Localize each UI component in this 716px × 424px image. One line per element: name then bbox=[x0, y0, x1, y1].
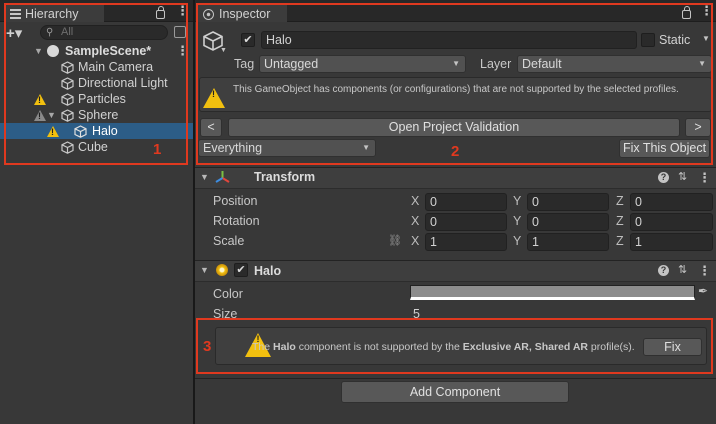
help-icon[interactable]: ? bbox=[658, 265, 669, 276]
axis-x-label: X bbox=[411, 214, 420, 228]
scale-x-field[interactable]: 1 bbox=[425, 233, 507, 251]
annotation-label-3: 3 bbox=[203, 338, 212, 355]
axis-y-label: Y bbox=[513, 194, 522, 208]
rotation-label: Rotation bbox=[213, 214, 260, 228]
rotation-z-field[interactable]: 0 bbox=[630, 213, 713, 231]
position-x-field[interactable]: 0 bbox=[425, 193, 507, 211]
axis-z-label: Z bbox=[616, 214, 624, 228]
annotation-box-2 bbox=[196, 3, 713, 165]
eyedropper-icon[interactable]: ✒ bbox=[698, 284, 708, 298]
position-y-field[interactable]: 0 bbox=[527, 193, 609, 211]
add-component-button[interactable]: Add Component bbox=[341, 381, 569, 403]
hierarchy-panel: Hierarchy ⋮ +▾ ⚲ All ▼ SampleScene* ⋮ Ma… bbox=[0, 0, 193, 424]
position-z-field[interactable]: 0 bbox=[630, 193, 713, 211]
halo-title: Halo bbox=[254, 264, 282, 278]
axis-y-label: Y bbox=[513, 214, 522, 228]
scale-label: Scale bbox=[213, 234, 245, 248]
annotation-label-1: 1 bbox=[153, 141, 162, 158]
presets-icon[interactable]: ⇅ bbox=[678, 170, 687, 183]
help-icon[interactable]: ? bbox=[658, 172, 669, 183]
constrain-proportions-icon[interactable]: ⛓ bbox=[388, 234, 402, 247]
rotation-x-field[interactable]: 0 bbox=[425, 213, 507, 231]
scale-y-field[interactable]: 1 bbox=[527, 233, 609, 251]
axis-y-label: Y bbox=[513, 234, 522, 248]
axis-z-label: Z bbox=[616, 234, 624, 248]
annotation-label-2: 2 bbox=[451, 143, 460, 160]
component-menu-icon[interactable]: ⋮ bbox=[698, 171, 711, 184]
axis-x-label: X bbox=[411, 194, 420, 208]
axis-x-label: X bbox=[411, 234, 420, 248]
divider bbox=[195, 378, 716, 379]
transform-title: Transform bbox=[254, 170, 316, 184]
halo-component-icon bbox=[216, 264, 228, 276]
collapse-arrow-icon[interactable]: ▼ bbox=[200, 172, 209, 182]
collapse-arrow-icon[interactable]: ▼ bbox=[200, 265, 209, 275]
inspector-panel: Inspector ⋮ ▼ ✔ Halo Static ▼ Tag Untagg… bbox=[195, 0, 716, 424]
annotation-box-3 bbox=[196, 318, 713, 374]
color-label: Color bbox=[213, 287, 243, 301]
position-label: Position bbox=[213, 194, 258, 208]
presets-icon[interactable]: ⇅ bbox=[678, 263, 687, 276]
transform-axes-icon bbox=[215, 171, 230, 183]
rotation-y-field[interactable]: 0 bbox=[527, 213, 609, 231]
color-swatch[interactable] bbox=[410, 285, 695, 300]
axis-z-label: Z bbox=[616, 194, 624, 208]
halo-enabled-toggle[interactable]: ✔ bbox=[234, 263, 248, 277]
scale-z-field[interactable]: 1 bbox=[630, 233, 713, 251]
component-menu-icon[interactable]: ⋮ bbox=[698, 264, 711, 277]
